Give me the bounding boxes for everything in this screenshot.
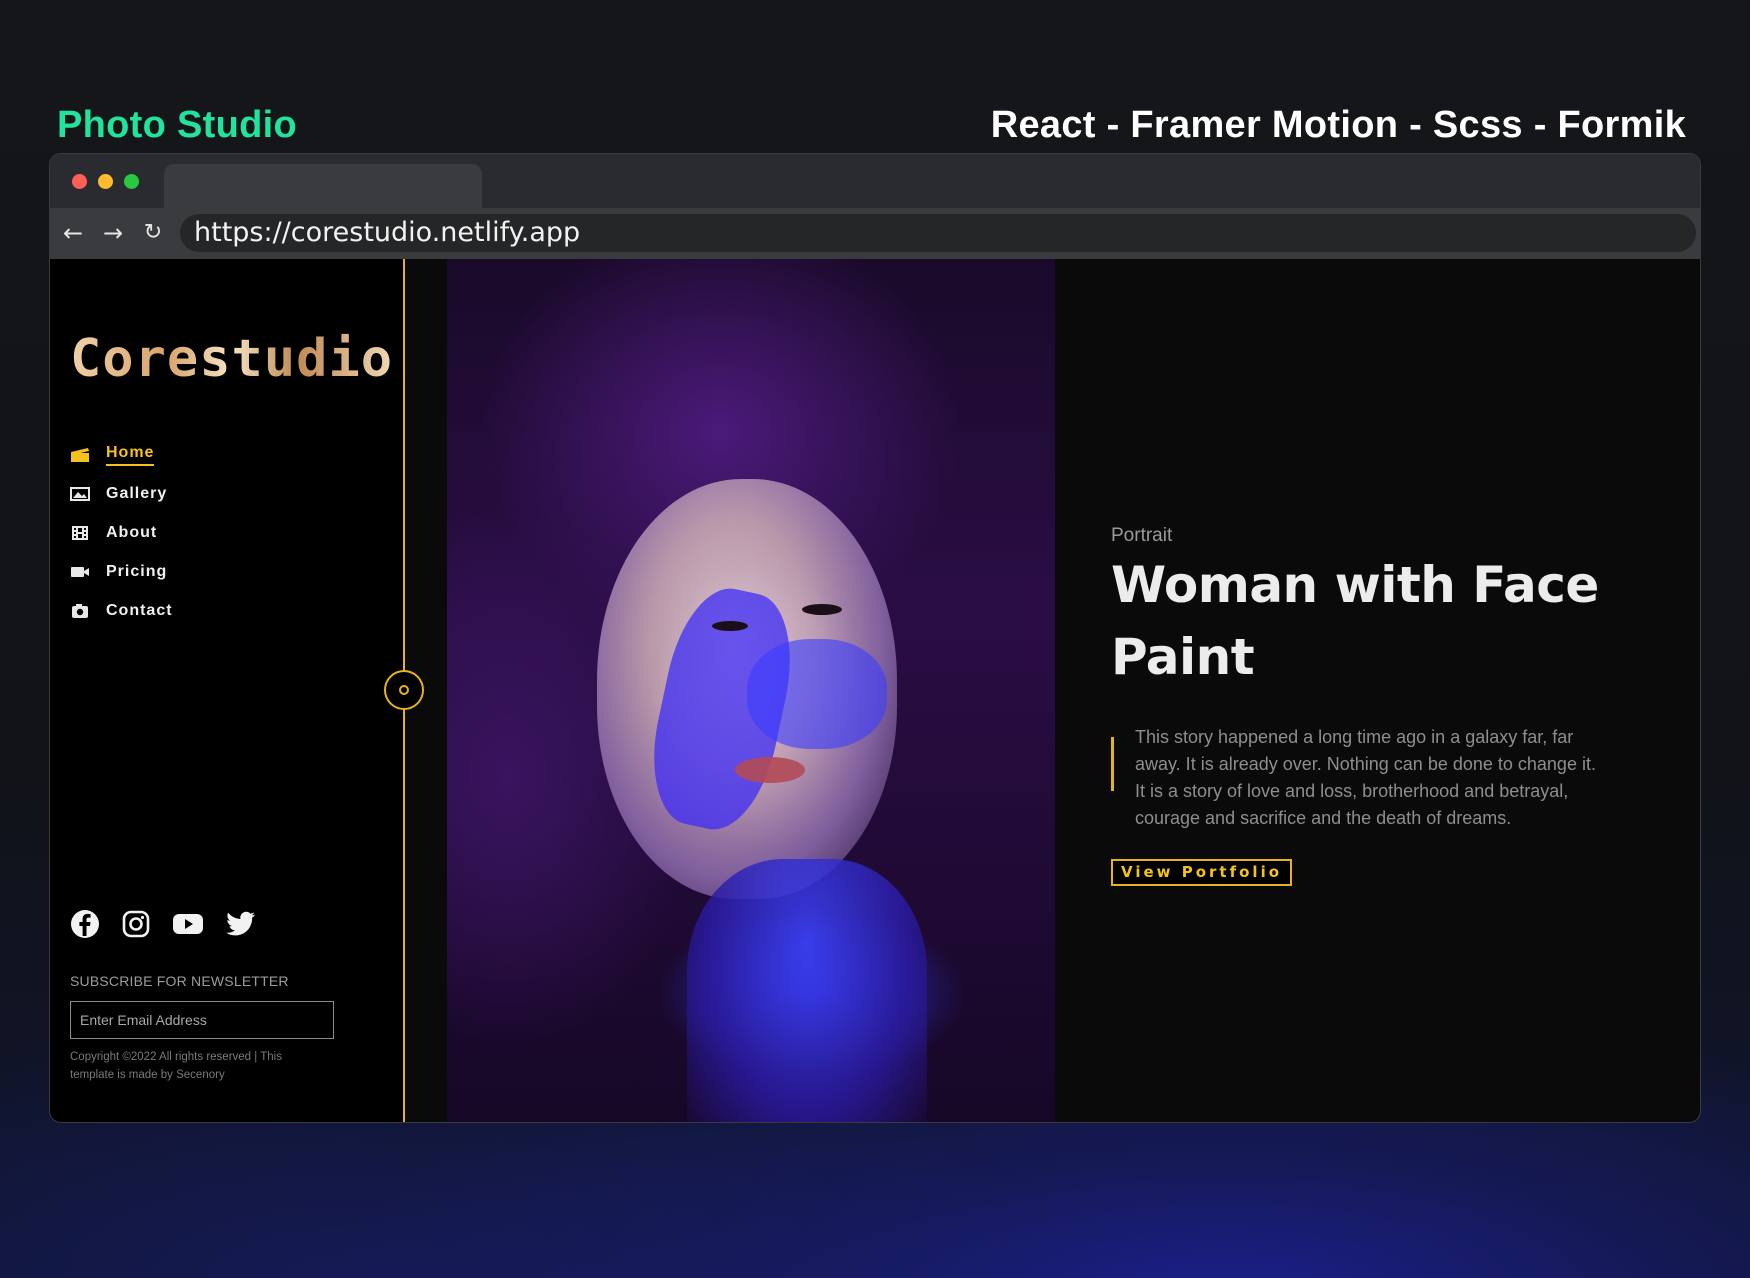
instagram-icon[interactable] <box>122 910 150 938</box>
photo-lips <box>735 757 805 783</box>
clapperboard-icon <box>70 447 92 463</box>
browser-tab-bar <box>50 154 1700 210</box>
description-accent-bar <box>1111 737 1114 791</box>
hero-description: This story happened a long time ago in a… <box>1135 727 1596 828</box>
arrow-left-icon[interactable]: ← <box>58 218 88 248</box>
photo-neck <box>687 859 927 1122</box>
facebook-icon[interactable] <box>70 909 100 939</box>
arrow-right-icon[interactable]: → <box>98 218 128 248</box>
newsletter-label: SUBSCRIBE FOR NEWSLETTER <box>70 973 289 989</box>
address-row: ← → ↻ https://corestudio.netlify.app <box>50 208 1700 259</box>
hero-photo <box>447 259 1055 1122</box>
hero-category: Portrait <box>1111 525 1173 546</box>
browser-tab[interactable] <box>164 164 482 210</box>
url-bar[interactable]: https://corestudio.netlify.app <box>180 214 1696 252</box>
photo-eye <box>712 621 748 631</box>
site-logo[interactable]: Corestudio <box>70 329 393 389</box>
minimize-window-button[interactable] <box>98 174 113 189</box>
reload-icon[interactable]: ↻ <box>138 218 168 248</box>
sidebar-item-pricing[interactable]: Pricing <box>70 552 173 591</box>
sidebar-item-label: Gallery <box>106 484 168 502</box>
copyright-text: Copyright ©2022 All rights reserved | Th… <box>70 1051 282 1081</box>
sidebar-item-gallery[interactable]: Gallery <box>70 474 173 513</box>
sidebar-item-label: About <box>106 523 158 541</box>
camera-icon <box>70 603 92 619</box>
timeline-handle[interactable] <box>384 670 424 710</box>
project-title: Photo Studio <box>57 104 297 146</box>
image-icon <box>70 486 92 502</box>
email-field[interactable] <box>70 1001 334 1039</box>
youtube-icon[interactable] <box>172 912 204 936</box>
sidebar-item-home[interactable]: Home <box>70 435 173 474</box>
close-window-button[interactable] <box>72 174 87 189</box>
sidebar-item-contact[interactable]: Contact <box>70 591 173 630</box>
tech-stack-title: React - Framer Motion - Scss - Formik <box>990 104 1686 146</box>
sidebar-item-label: Home <box>106 444 155 466</box>
sidebar-item-about[interactable]: About <box>70 513 173 552</box>
video-camera-icon <box>70 564 92 580</box>
photo-eye <box>802 604 842 615</box>
social-links <box>70 909 256 939</box>
page-viewport: Corestudio Home Gallery About Pricing Co… <box>50 259 1700 1122</box>
maximize-window-button[interactable] <box>124 174 139 189</box>
view-portfolio-button[interactable]: View Portfolio <box>1111 859 1292 886</box>
browser-window: ← → ↻ https://corestudio.netlify.app Cor… <box>49 153 1701 1123</box>
sidebar-item-label: Contact <box>106 601 173 619</box>
photo-paint-splash <box>747 639 887 749</box>
sidebar-item-label: Pricing <box>106 562 168 580</box>
sidebar: Corestudio Home Gallery About Pricing Co… <box>50 259 404 1122</box>
film-icon <box>70 525 92 541</box>
twitter-icon[interactable] <box>226 911 256 937</box>
hero-title: Woman with Face Paint <box>1111 556 1599 686</box>
sidebar-menu: Home Gallery About Pricing Contact <box>70 435 173 630</box>
